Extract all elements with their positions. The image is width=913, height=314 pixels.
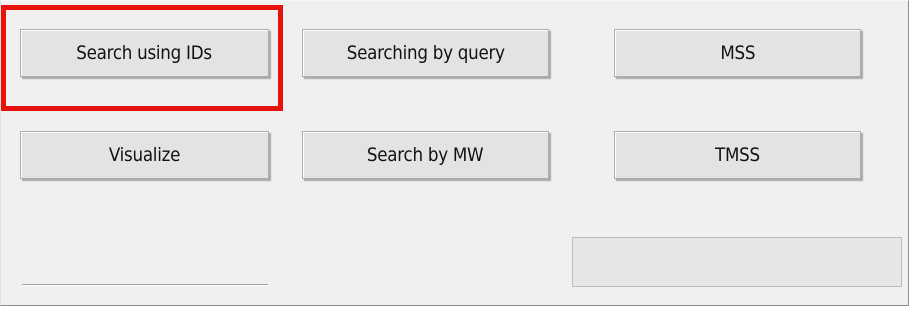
visualize-button[interactable]: Visualize bbox=[20, 131, 269, 179]
mss-label: MSS bbox=[720, 42, 755, 64]
search-by-mw-label: Search by MW bbox=[367, 144, 484, 166]
search-using-ids-label: Search using IDs bbox=[76, 42, 213, 64]
searching-by-query-button[interactable]: Searching by query bbox=[302, 29, 549, 77]
tmss-label: TMSS bbox=[715, 144, 760, 166]
separator-line bbox=[22, 284, 268, 286]
searching-by-query-label: Searching by query bbox=[346, 42, 505, 64]
search-by-mw-button[interactable]: Search by MW bbox=[302, 131, 549, 179]
mss-button[interactable]: MSS bbox=[614, 29, 861, 77]
search-dialog: Search using IDs Searching by query MSS … bbox=[0, 0, 909, 306]
progress-bar bbox=[572, 237, 902, 287]
tmss-button[interactable]: TMSS bbox=[614, 131, 861, 179]
visualize-label: Visualize bbox=[108, 144, 181, 166]
search-using-ids-button[interactable]: Search using IDs bbox=[20, 29, 269, 77]
